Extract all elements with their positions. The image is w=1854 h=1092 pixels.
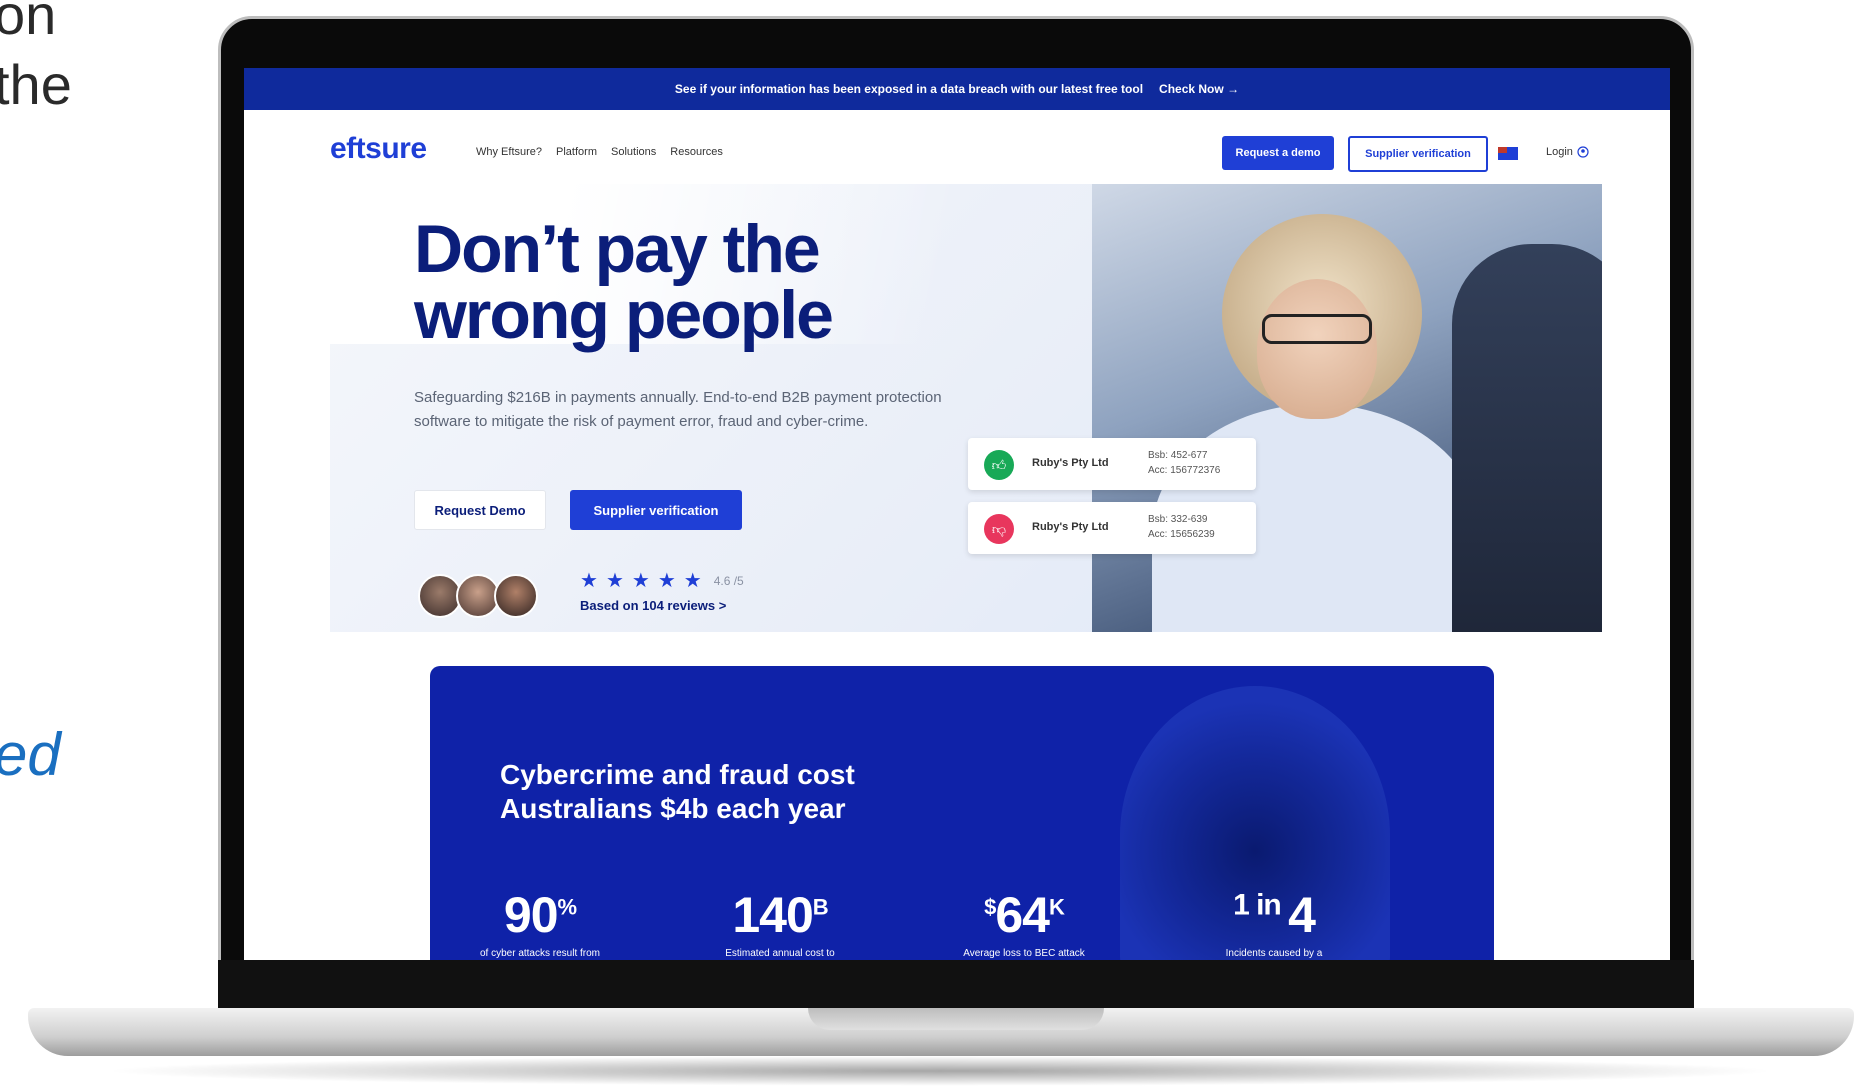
hero-subtext: Safeguarding $216B in payments annually.… — [414, 389, 942, 430]
stat-number: 1 in 4 — [1174, 886, 1374, 944]
headline-line-2: wrong people — [414, 277, 834, 353]
photo-glasses — [1262, 314, 1372, 344]
thumbs-down-icon: 👎︎ — [984, 514, 1014, 544]
photo-woman-face — [1257, 279, 1377, 419]
stat-value: 90 — [503, 887, 559, 943]
slide-text-line-1: on — [0, 0, 57, 46]
payment-card-approved: 👍︎ Ruby's Pty Ltd Bsb: 452-677 Acc: 1567… — [968, 438, 1256, 490]
photo-man — [1452, 244, 1602, 632]
payee-bsb: Bsb: 452-677 — [1148, 450, 1208, 461]
australia-flag-icon[interactable] — [1498, 147, 1518, 160]
payee-name: Ruby's Pty Ltd — [1032, 457, 1109, 469]
stat-value: 64 — [995, 887, 1050, 943]
payment-card-rejected: 👎︎ Ruby's Pty Ltd Bsb: 332-639 Acc: 1565… — [968, 502, 1256, 554]
nav-platform[interactable]: Platform — [556, 146, 597, 158]
star-icon: ★ — [683, 570, 702, 592]
slide-italic-text: ed — [0, 721, 61, 788]
laptop-notch — [808, 1008, 1104, 1030]
stat-caption: Average loss to BEC attack — [963, 948, 1085, 959]
supplier-verification-button[interactable]: Supplier verification — [1348, 136, 1488, 172]
payee-account: Acc: 15656239 — [1148, 529, 1215, 540]
payee-name: Ruby's Pty Ltd — [1032, 521, 1109, 533]
login-link[interactable]: Login — [1546, 146, 1589, 158]
stat-value: 140 — [732, 887, 813, 943]
arrow-right-icon: → — [1227, 82, 1240, 96]
reviews-label: Based on 104 reviews — [580, 598, 716, 613]
stat-item: 1 in 4 Incidents caused by a — [1174, 886, 1374, 959]
stat-caption: of cyber attacks result from — [479, 948, 601, 959]
nav-resources[interactable]: Resources — [670, 146, 723, 158]
stat-caption: Incidents caused by a — [1225, 948, 1323, 959]
stat-number: 140B — [680, 886, 880, 944]
request-demo-button[interactable]: Request Demo — [414, 490, 546, 530]
main-nav: Why Eftsure? Platform Solutions Resource… — [476, 146, 723, 158]
star-icon: ★ — [580, 570, 598, 592]
stats-section: Cybercrime and fraud cost Australians $4… — [430, 666, 1494, 960]
stats-title-line-1: Cybercrime and fraud cost — [500, 759, 855, 790]
banner-link-label: Check Now — [1159, 82, 1224, 96]
stats-title-line-2: Australians $4b each year — [500, 793, 846, 824]
stat-number: $64K — [924, 886, 1124, 944]
laptop-bezel-bottom — [218, 960, 1694, 1008]
payee-bank-details: Bsb: 332-639 Acc: 15656239 — [1148, 512, 1215, 542]
stat-prefix: $ — [984, 894, 996, 920]
stat-item: $64K Average loss to BEC attack — [924, 886, 1124, 959]
banner-check-now-link[interactable]: Check Now → — [1159, 82, 1239, 96]
stat-caption: Estimated annual cost to — [725, 948, 835, 959]
star-icon: ★ — [605, 570, 624, 592]
banner-text: See if your information has been exposed… — [674, 82, 1144, 96]
stat-suffix: B — [812, 894, 829, 920]
stat-item: 90% of cyber attacks result from — [440, 886, 640, 959]
stat-value: 4 — [1288, 887, 1316, 943]
reviewer-avatars — [418, 574, 538, 618]
stat-suffix: K — [1048, 894, 1065, 920]
star-icon: ★ — [631, 570, 650, 592]
login-label: Login — [1546, 146, 1573, 158]
announcement-banner: See if your information has been exposed… — [244, 68, 1670, 110]
payee-bank-details: Bsb: 452-677 Acc: 156772376 — [1148, 448, 1220, 478]
nav-solutions[interactable]: Solutions — [611, 146, 656, 158]
avatar — [494, 574, 538, 618]
slide-text: on the — [0, 0, 72, 120]
rating-value: 4.6 /5 — [713, 573, 744, 588]
hero-photo — [1092, 184, 1602, 632]
reviews-link[interactable]: Based on 104 reviews > — [580, 598, 726, 613]
site-header: eftsure Why Eftsure? Platform Solutions … — [244, 110, 1670, 194]
rating-stars: ★ ★ ★ ★ ★ 4.6 /5 — [580, 568, 744, 593]
thumbs-up-icon: 👍︎ — [984, 450, 1014, 480]
hero-supplier-verification-button[interactable]: Supplier verification — [570, 490, 742, 530]
laptop-shadow — [100, 1056, 1780, 1086]
hero-headline: Don’t pay the wrong people — [414, 211, 834, 353]
payee-bsb: Bsb: 332-639 — [1148, 514, 1208, 525]
payee-account: Acc: 156772376 — [1148, 465, 1221, 476]
request-a-demo-button[interactable]: Request a demo — [1222, 136, 1334, 170]
stat-item: 140B Estimated annual cost to — [680, 886, 880, 959]
headline-line-1: Don’t pay the — [414, 211, 821, 287]
stat-suffix: % — [557, 894, 578, 920]
nav-why-eftsure[interactable]: Why Eftsure? — [476, 146, 542, 158]
slide-text-line-2: the — [0, 53, 72, 116]
stats-title: Cybercrime and fraud cost Australians $4… — [500, 758, 855, 826]
eftsure-logo[interactable]: eftsure — [330, 132, 427, 166]
stat-number: 90% — [440, 886, 640, 944]
user-icon — [1577, 146, 1589, 158]
browser-screen: See if your information has been exposed… — [244, 68, 1670, 960]
chevron-right-icon: > — [718, 598, 727, 613]
stat-prefix: 1 in — [1233, 888, 1289, 922]
star-icon: ★ — [657, 570, 676, 592]
